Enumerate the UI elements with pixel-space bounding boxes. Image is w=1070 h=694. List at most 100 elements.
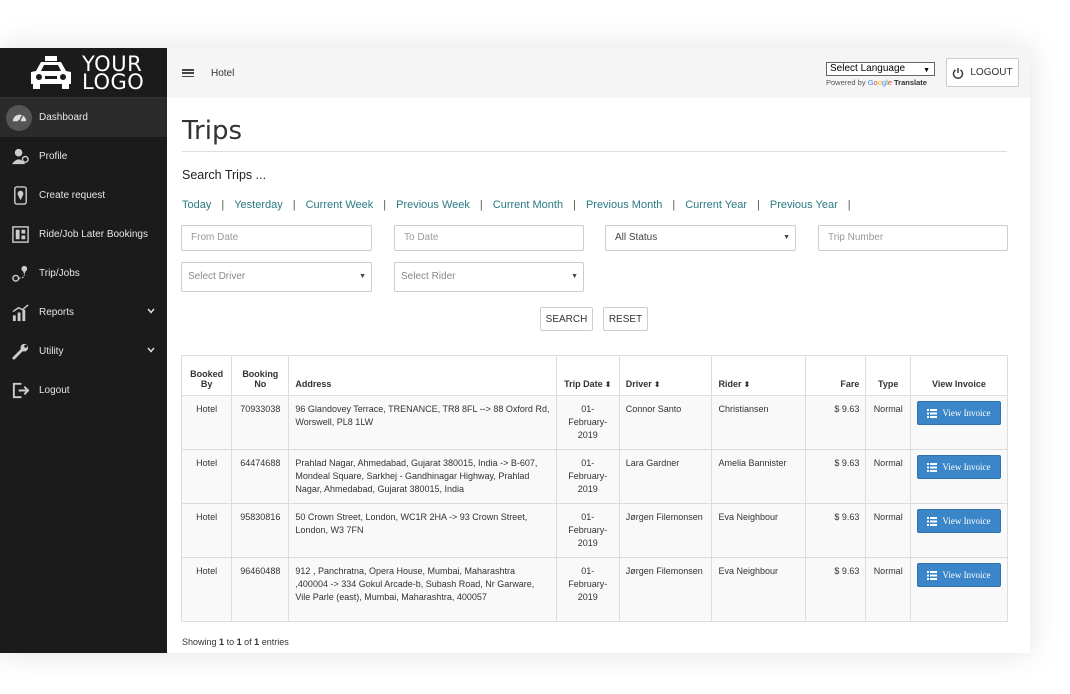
cell-driver: Lara Gardner: [618, 449, 713, 504]
profile-icon: [10, 147, 30, 167]
col-trip-date[interactable]: Trip Date ⬍: [555, 355, 620, 396]
cell-address: 50 Crown Street, London, WC1R 2HA -> 93 …: [288, 503, 557, 558]
cell-fare: $ 9.63: [804, 503, 867, 558]
view-invoice-label: View Invoice: [942, 407, 991, 418]
sidebar-item-bookings[interactable]: Ride/Job Later Bookings: [0, 215, 167, 254]
search-button[interactable]: SEARCH: [540, 307, 593, 331]
sidebar-item-label: Ride/Job Later Bookings: [39, 229, 148, 240]
cell-address: 96 Glandovey Terrace, TRENANCE, TR8 8FL …: [288, 395, 557, 450]
separator: |: [757, 199, 760, 211]
power-icon: [953, 67, 964, 79]
menu-toggle-icon[interactable]: [182, 69, 194, 77]
cell-driver: Connor Santo: [618, 395, 713, 450]
filter-previous-week[interactable]: Previous Week: [396, 199, 470, 211]
from-date-field[interactable]: From Date: [181, 225, 372, 251]
logo-text: YOUR LOGO: [82, 53, 145, 94]
sidebar-item-label: Utility: [39, 346, 64, 357]
cell-trip-date: 01-February-2019: [555, 449, 620, 504]
cell-type: Normal: [865, 449, 911, 504]
col-rider[interactable]: Rider ⬍: [711, 355, 806, 396]
view-invoice-button[interactable]: View Invoice: [916, 563, 1001, 587]
cell-trip-date: 01-February-2019: [555, 395, 620, 450]
language-select[interactable]: Select Language ▼: [826, 62, 935, 76]
google-logo: Google: [867, 78, 892, 87]
taxi-car-icon: [31, 55, 71, 89]
location-icon: [10, 186, 30, 206]
filter-current-month[interactable]: Current Month: [493, 199, 563, 211]
showing-to-word: to: [226, 637, 235, 647]
language-select-value: Select Language: [830, 63, 906, 74]
sidebar-item-profile[interactable]: Profile: [0, 137, 167, 176]
cell-rider: Amelia Bannister: [711, 449, 806, 504]
to-date-field[interactable]: To Date: [394, 225, 584, 251]
cell-trip-date: 01-February-2019: [555, 503, 620, 558]
cell-invoice: View Invoice: [909, 503, 1009, 558]
cell-address: Prahlad Nagar, Ahmedabad, Gujarat 380015…: [288, 449, 557, 504]
filter-current-year[interactable]: Current Year: [685, 199, 747, 211]
sidebar-item-utility[interactable]: Utility: [0, 332, 167, 371]
showing-total: 1: [254, 637, 260, 647]
sidebar-item-label: Logout: [39, 385, 70, 396]
col-view-invoice: View Invoice: [909, 355, 1009, 396]
trips-table: Booked By Booking No Address Trip Date ⬍ …: [180, 355, 1009, 622]
topbar: Hotel Select Language ▼ Powered by Googl…: [167, 48, 1030, 98]
language-selector: Select Language ▼ Powered by Google Tran…: [826, 62, 935, 87]
translate-link[interactable]: Translate: [894, 78, 927, 87]
list-icon: [927, 570, 938, 580]
dropdown-arrow-icon: ▼: [359, 273, 366, 280]
col-driver[interactable]: Driver ⬍: [618, 355, 713, 396]
filter-previous-year[interactable]: Previous Year: [770, 199, 838, 211]
view-invoice-button[interactable]: View Invoice: [916, 509, 1001, 533]
filter-current-week[interactable]: Current Week: [306, 199, 374, 211]
status-select-value: All Status: [615, 232, 658, 243]
logo-line2: LOGO: [82, 69, 145, 94]
cell-rider: Christiansen: [711, 395, 806, 450]
sidebar-item-reports[interactable]: Reports: [0, 293, 167, 332]
filter-yesterday[interactable]: Yesterday: [234, 199, 283, 211]
logout-icon: [10, 381, 30, 401]
sidebar-item-create-request[interactable]: Create request: [0, 176, 167, 215]
sort-icon: ⬍: [653, 380, 661, 389]
trip-number-field[interactable]: Trip Number: [818, 225, 1008, 251]
sort-icon: ⬍: [743, 380, 751, 389]
cell-rider: Eva Neighbour: [711, 503, 806, 558]
logout-button[interactable]: LOGOUT: [946, 58, 1019, 87]
showing-to: 1: [236, 637, 242, 647]
view-invoice-button[interactable]: View Invoice: [916, 455, 1001, 479]
cell-fare: $ 9.63: [804, 395, 867, 450]
search-heading: Search Trips ...: [182, 168, 267, 182]
reset-button[interactable]: RESET: [603, 307, 648, 331]
chevron-down-icon: [147, 308, 155, 314]
cell-type: Normal: [865, 557, 911, 622]
sidebar-item-logout[interactable]: Logout: [0, 371, 167, 410]
driver-select[interactable]: Select Driver ▼: [181, 262, 372, 292]
powered-by-google: Powered by Google Translate: [826, 78, 935, 87]
col-driver-label: Driver: [625, 379, 652, 389]
col-type: Type: [865, 355, 911, 396]
cell-trip-date: 01-February-2019: [555, 557, 620, 622]
status-select[interactable]: All Status ▼: [605, 225, 796, 251]
cell-invoice: View Invoice: [909, 449, 1009, 504]
separator: |: [847, 199, 851, 211]
date-filters: Today | Yesterday | Current Week | Previous…: [182, 199, 861, 211]
cell-booked-by: Hotel: [180, 503, 233, 558]
list-icon: [927, 516, 938, 526]
view-invoice-button[interactable]: View Invoice: [916, 401, 1001, 425]
sidebar-item-trip-jobs[interactable]: Trip/Jobs: [0, 254, 167, 293]
rider-select[interactable]: Select Rider ▼: [394, 262, 584, 292]
filter-today[interactable]: Today: [182, 199, 211, 211]
sidebar-item-label: Trip/Jobs: [39, 268, 80, 279]
sidebar-item-dashboard[interactable]: Dashboard: [0, 98, 167, 137]
trip-icon: [10, 264, 30, 284]
cell-driver: Jørgen Filemonsen: [618, 503, 713, 558]
logo[interactable]: YOUR LOGO: [0, 48, 167, 98]
dropdown-arrow-icon: ▼: [783, 234, 790, 241]
separator: |: [479, 199, 483, 211]
cell-booking-no: 95830816: [231, 503, 290, 558]
table-row: Hotel 70933038 96 Glandovey Terrace, TRE…: [180, 395, 1009, 450]
filter-previous-month[interactable]: Previous Month: [586, 199, 662, 211]
table-row: Hotel 64474688 Prahlad Nagar, Ahmedabad,…: [180, 449, 1009, 504]
rider-select-value: Select Rider: [401, 271, 456, 282]
sidebar-item-label: Create request: [39, 190, 106, 201]
separator: |: [221, 199, 225, 211]
